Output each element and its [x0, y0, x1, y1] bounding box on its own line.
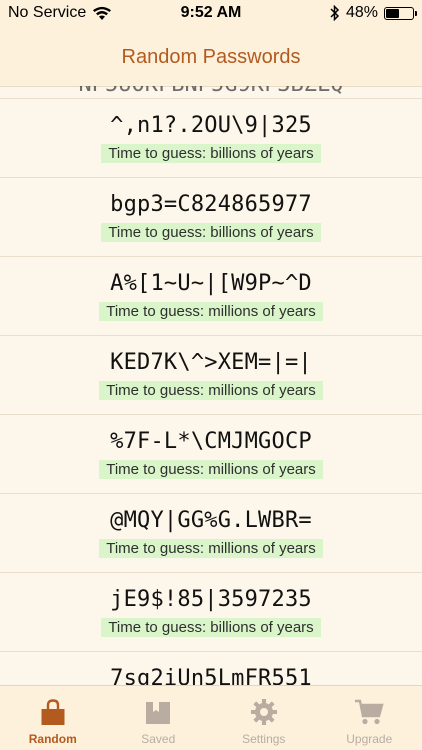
list-item-partial-top[interactable]: NP5UOKFBNP5G9KF3BZLQ — [0, 86, 422, 99]
password-text: NP5UOKFBNP5G9KF3BZLQ — [0, 86, 422, 97]
battery-percent: 48% — [345, 4, 378, 21]
tab-bar: Random Saved Settings Upgrade — [0, 685, 422, 750]
list-item[interactable]: %7F-L*\CMJMGOCP Time to guess: millions o… — [0, 415, 422, 494]
battery-tip — [415, 10, 417, 16]
navigation-bar: Random Passwords — [0, 28, 422, 87]
password-text: A%[1~U~|[W9P~^D — [110, 271, 312, 296]
lock-bag-icon — [41, 699, 65, 725]
guess-time-badge: Time to guess: millions of years — [99, 381, 323, 400]
list-item-partial-bottom[interactable]: 7sg2iUn5LmFR551 — [0, 652, 422, 686]
password-text: KED7K\^>XEM=|=| — [110, 350, 312, 375]
guess-time-badge: Time to guess: billions of years — [101, 618, 321, 637]
guess-time-badge: Time to guess: billions of years — [101, 144, 321, 163]
password-text: 7sg2iUn5LmFR551 — [110, 666, 312, 686]
status-right: 48% — [330, 4, 417, 22]
tab-random[interactable]: Random — [0, 686, 106, 750]
status-bar: No Service 9:52 AM 48% — [0, 0, 422, 28]
password-text: bgp3=C824865977 — [110, 192, 312, 217]
gear-icon — [250, 699, 277, 725]
list-item[interactable]: bgp3=C824865977 Time to guess: billions o… — [0, 178, 422, 257]
battery-fill — [386, 8, 400, 18]
tab-label: Upgrade — [346, 732, 393, 746]
password-text: @MQY|GG%G.LWBR= — [110, 508, 312, 533]
password-text: jE9$!85|3597235 — [110, 587, 312, 612]
tab-saved[interactable]: Saved — [106, 686, 212, 750]
bluetooth-icon — [330, 5, 340, 21]
tab-label: Settings — [242, 732, 286, 746]
tab-settings[interactable]: Settings — [211, 686, 317, 750]
list-item[interactable]: A%[1~U~|[W9P~^D Time to guess: millions o… — [0, 257, 422, 336]
guess-time-badge: Time to guess: millions of years — [99, 539, 323, 558]
tab-label: Random — [28, 732, 77, 746]
guess-time-badge: Time to guess: millions of years — [99, 460, 323, 479]
password-text: %7F-L*\CMJMGOCP — [110, 429, 312, 454]
guess-time-badge: Time to guess: billions of years — [101, 223, 321, 242]
password-list[interactable]: NP5UOKFBNP5G9KF3BZLQ ^,n1?.2OU\9|325 Time… — [0, 86, 422, 686]
password-text: ^,n1?.2OU\9|325 — [110, 113, 312, 138]
list-item[interactable]: ^,n1?.2OU\9|325 Time to guess: billions o… — [0, 99, 422, 178]
box-icon — [146, 702, 171, 724]
tab-label: Saved — [141, 732, 176, 746]
cart-icon — [355, 699, 384, 725]
list-item[interactable]: jE9$!85|3597235 Time to guess: billions o… — [0, 573, 422, 652]
page-title: Random Passwords — [121, 45, 301, 68]
list-item[interactable]: @MQY|GG%G.LWBR= Time to guess: millions o… — [0, 494, 422, 573]
tab-upgrade[interactable]: Upgrade — [317, 686, 422, 750]
guess-time-badge: Time to guess: millions of years — [99, 302, 323, 321]
list-item[interactable]: KED7K\^>XEM=|=| Time to guess: millions o… — [0, 336, 422, 415]
battery-icon — [384, 6, 417, 20]
